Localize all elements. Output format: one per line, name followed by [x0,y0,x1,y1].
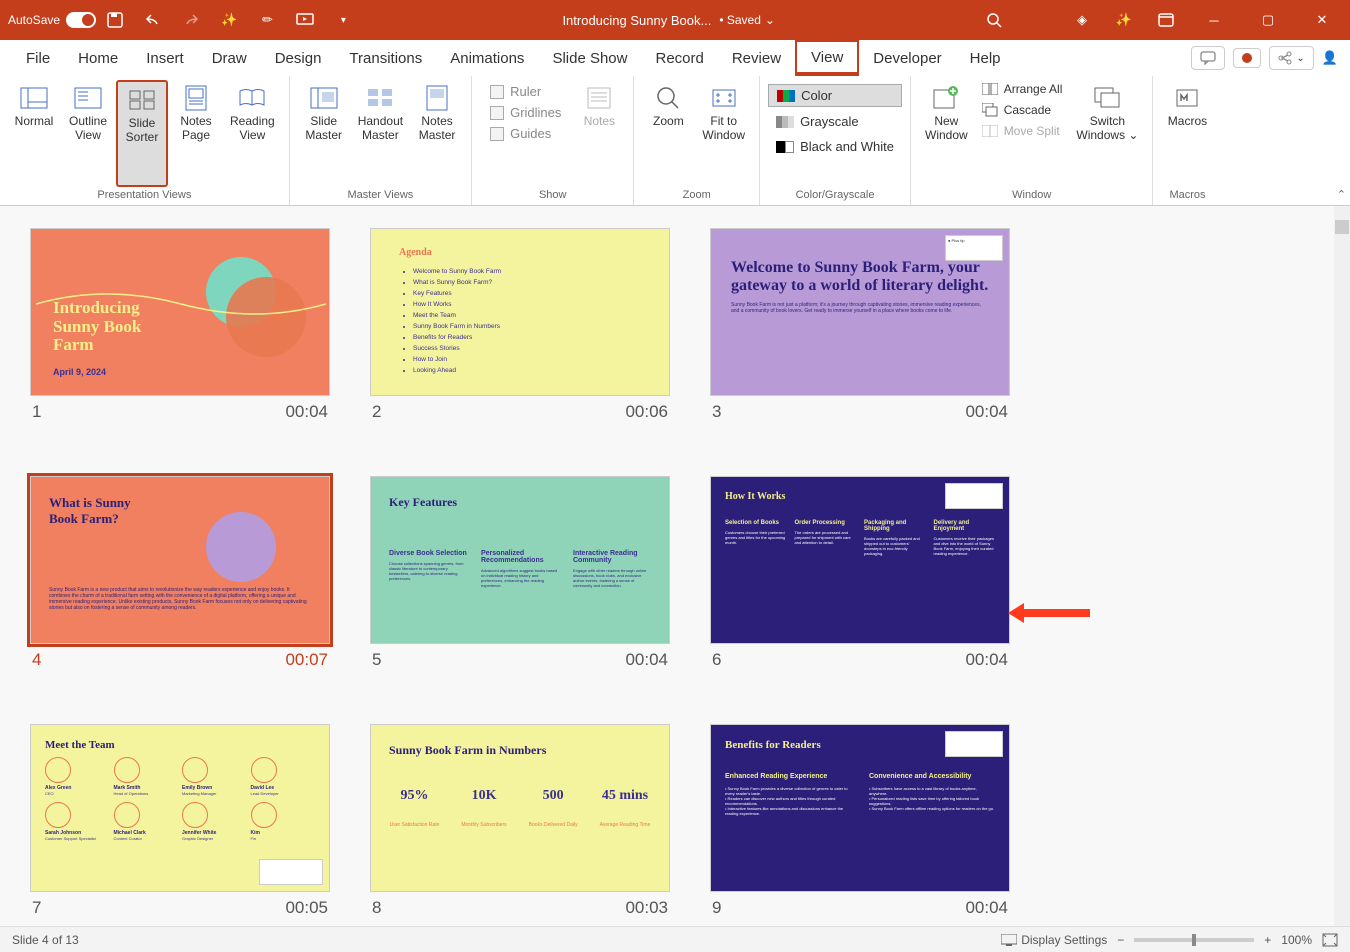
comments-button[interactable] [1191,46,1225,70]
account-icon[interactable]: 👤 [1322,50,1338,66]
outline-view-button[interactable]: Outline View [62,80,114,187]
slide-thumb-1[interactable]: Introducing Sunny Book Farm April 9, 202… [30,228,330,428]
slide-sorter-pane: Introducing Sunny Book Farm April 9, 202… [0,206,1350,926]
tab-animations[interactable]: Animations [436,40,538,76]
tab-review[interactable]: Review [718,40,795,76]
record-button[interactable] [1233,48,1261,68]
zoom-in-button[interactable]: + [1264,933,1271,947]
macros-button[interactable]: Macros [1161,80,1213,187]
save-icon[interactable] [101,6,129,34]
minimize-button[interactable]: ─ [1194,0,1234,40]
collapse-ribbon-icon[interactable]: ⌃ [1337,188,1346,201]
share-button[interactable]: ⌄ [1269,46,1313,70]
grayscale-button[interactable]: Grayscale [768,111,902,132]
fit-button[interactable] [1322,933,1338,947]
slide-thumb-4[interactable]: What is Sunny Book Farm? Sunny Book Farm… [30,476,330,676]
gridlines-checkbox[interactable]: Gridlines [490,105,561,120]
fit-window-button[interactable]: Fit to Window [696,80,751,187]
tab-insert[interactable]: Insert [132,40,198,76]
normal-view-button[interactable]: Normal [8,80,60,187]
slide-thumb-5[interactable]: Key Features Diverse Book SelectionChoos… [370,476,670,676]
bw-button[interactable]: Black and White [768,136,902,157]
slide-thumb-8[interactable]: Sunny Book Farm in Numbers 95%User Satis… [370,724,670,924]
notes-button: Notes [573,80,625,187]
reading-view-button[interactable]: Reading View [224,80,281,187]
present-icon[interactable] [291,6,319,34]
zoom-out-button[interactable]: − [1117,933,1124,947]
quick-access-2-icon[interactable]: ✏ [253,6,281,34]
tab-record[interactable]: Record [641,40,717,76]
maximize-button[interactable]: ▢ [1248,0,1288,40]
zoom-button[interactable]: Zoom [642,80,694,187]
tab-slideshow[interactable]: Slide Show [538,40,641,76]
new-window-button[interactable]: New Window [919,80,974,187]
quick-access-1-icon[interactable]: ✨ [215,6,243,34]
tab-draw[interactable]: Draw [198,40,261,76]
callout-arrow-icon [1008,603,1098,623]
diamond-icon[interactable]: ◈ [1068,6,1096,34]
tab-transitions[interactable]: Transitions [335,40,436,76]
close-button[interactable]: ✕ [1302,0,1342,40]
handout-master-button[interactable]: Handout Master [352,80,409,187]
redo-icon[interactable] [177,6,205,34]
tab-help[interactable]: Help [956,40,1015,76]
undo-icon[interactable] [139,6,167,34]
color-button[interactable]: Color [768,84,902,107]
slide-master-button[interactable]: Slide Master [298,80,350,187]
arrange-all-button[interactable]: Arrange All [976,80,1069,98]
zoom-level[interactable]: 100% [1281,933,1312,947]
notes-page-button[interactable]: Notes Page [170,80,222,187]
quick-access-more-icon[interactable]: ▾ [329,6,357,34]
document-title: Introducing Sunny Book... [562,13,711,28]
search-icon[interactable] [980,6,1008,34]
tab-design[interactable]: Design [261,40,336,76]
slide-counter: Slide 4 of 13 [12,933,79,947]
tab-developer[interactable]: Developer [859,40,955,76]
guides-checkbox[interactable]: Guides [490,126,561,141]
title-bar: AutoSave On ✨ ✏ ▾ Introducing Sunny Book… [0,0,1350,40]
slide-sorter-button[interactable]: Slide Sorter [116,80,168,187]
autosave-toggle[interactable]: AutoSave On [8,12,91,28]
slide-thumb-9[interactable]: Benefits for Readers Enhanced Reading Ex… [710,724,1010,924]
tab-view[interactable]: View [795,40,859,76]
slide-thumb-6[interactable]: How It Works Selection of BooksCustomers… [710,476,1010,676]
sparkle-icon[interactable]: ✨ [1110,6,1138,34]
move-split-button: Move Split [976,122,1069,140]
tab-home[interactable]: Home [64,40,132,76]
display-settings-button[interactable]: Display Settings [1001,933,1107,947]
zoom-slider[interactable] [1134,938,1254,942]
switch-windows-button[interactable]: Switch Windows ⌄ [1070,80,1144,187]
ribbon: Normal Outline View Slide Sorter Notes P… [0,76,1350,206]
slide-thumb-2[interactable]: Agenda Welcome to Sunny Book FarmWhat is… [370,228,670,428]
ribbon-tabs: File Home Insert Draw Design Transitions… [0,40,1350,76]
ruler-checkbox[interactable]: Ruler [490,84,561,99]
slide-thumb-7[interactable]: Meet the Team Alex GreenCEOMark SmithHea… [30,724,330,924]
tab-file[interactable]: File [12,40,64,76]
app-mode-icon[interactable] [1152,6,1180,34]
slide-thumb-3[interactable]: ● Plus tip Welcome to Sunny Book Farm, y… [710,228,1010,428]
cascade-button[interactable]: Cascade [976,101,1069,119]
notes-master-button[interactable]: Notes Master [411,80,463,187]
status-bar: Slide 4 of 13 Display Settings − + 100% [0,926,1350,952]
vertical-scrollbar[interactable] [1334,206,1350,926]
save-status[interactable]: • Saved ⌄ [719,13,775,27]
